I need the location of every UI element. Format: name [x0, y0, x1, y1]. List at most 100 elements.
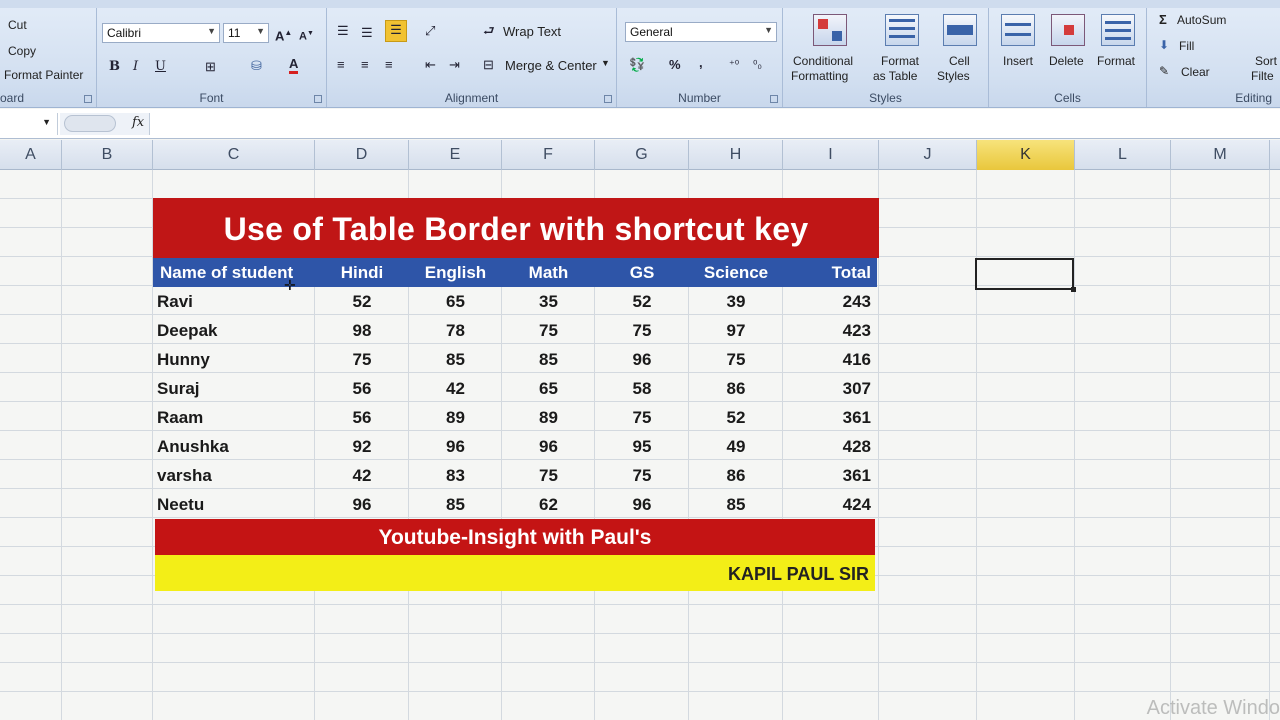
increase-decimal-icon[interactable]: ⁺⁰ [729, 56, 739, 74]
number-format-combo[interactable]: General ▼ [625, 22, 777, 42]
font-size-combo[interactable]: 11 ▼ [223, 23, 269, 43]
increase-indent-icon[interactable]: ⇥ [449, 56, 460, 74]
score-cell[interactable]: 96 [595, 345, 689, 374]
format-as-table-label-2[interactable]: as Table [873, 69, 917, 83]
decrease-decimal-icon[interactable]: ⁰₀ [753, 56, 762, 74]
score-cell[interactable]: 56 [315, 374, 409, 403]
student-name-cell[interactable]: Anushka [153, 432, 315, 461]
score-cell[interactable]: 75 [502, 316, 595, 345]
active-cell-k4[interactable] [975, 258, 1076, 292]
score-cell[interactable]: 52 [315, 287, 409, 316]
score-cell[interactable]: 92 [315, 432, 409, 461]
score-cell[interactable]: 39 [689, 287, 783, 316]
borders-icon[interactable]: ⊞ [205, 58, 216, 76]
name-box[interactable]: ▼ [0, 113, 58, 135]
score-cell[interactable]: 423 [783, 316, 877, 345]
column-header-i[interactable]: I [783, 140, 879, 170]
score-cell[interactable]: 65 [502, 374, 595, 403]
score-cell[interactable]: 86 [689, 374, 783, 403]
column-header-d[interactable]: D [315, 140, 409, 170]
conditional-formatting-icon[interactable] [813, 14, 847, 46]
align-right-icon[interactable]: ≡ [385, 56, 393, 74]
alignment-dialog-launcher[interactable]: . [604, 95, 612, 103]
score-cell[interactable]: 42 [315, 461, 409, 490]
score-cell[interactable]: 75 [689, 345, 783, 374]
score-cell[interactable]: 361 [783, 403, 877, 432]
format-painter-button[interactable]: Format Painter [4, 68, 83, 82]
format-as-table-label-1[interactable]: Format [881, 54, 919, 68]
table-header-cell[interactable]: GS [595, 258, 689, 287]
align-middle-icon[interactable]: ☰ [361, 24, 373, 42]
insert-button[interactable]: Insert [1003, 54, 1033, 68]
column-header-e[interactable]: E [409, 140, 502, 170]
score-cell[interactable]: 85 [409, 490, 502, 519]
bold-button[interactable]: B [109, 58, 120, 76]
cell-styles-label-2[interactable]: Styles [937, 69, 970, 83]
delete-button[interactable]: Delete [1049, 54, 1084, 68]
table-header-cell[interactable]: English [409, 258, 502, 287]
score-cell[interactable]: 56 [315, 403, 409, 432]
wrap-text-button[interactable]: ⮐ Wrap Text [483, 22, 561, 40]
score-cell[interactable]: 78 [409, 316, 502, 345]
format-button[interactable]: Format [1097, 54, 1135, 68]
score-cell[interactable]: 98 [315, 316, 409, 345]
number-dialog-launcher[interactable]: . [770, 95, 778, 103]
formula-expand-handle[interactable] [64, 115, 116, 132]
column-header-c[interactable]: C [153, 140, 315, 170]
cut-button[interactable]: Cut [8, 18, 27, 32]
column-header-h[interactable]: H [689, 140, 783, 170]
delete-cells-icon[interactable] [1051, 14, 1085, 46]
score-cell[interactable]: 75 [595, 461, 689, 490]
font-color-icon[interactable]: A [289, 56, 299, 74]
score-cell[interactable]: 97 [689, 316, 783, 345]
align-left-icon[interactable]: ≡ [337, 56, 345, 74]
score-cell[interactable]: 307 [783, 374, 877, 403]
score-cell[interactable]: 424 [783, 490, 877, 519]
column-header-g[interactable]: G [595, 140, 689, 170]
score-cell[interactable]: 85 [502, 345, 595, 374]
table-header-cell[interactable]: Hindi [315, 258, 409, 287]
percent-button[interactable]: % [669, 56, 681, 74]
student-name-cell[interactable]: Deepak [153, 316, 315, 345]
cell-styles-icon[interactable] [943, 14, 977, 46]
insert-function-icon[interactable]: fx [132, 115, 144, 130]
score-cell[interactable]: 96 [595, 490, 689, 519]
score-cell[interactable]: 83 [409, 461, 502, 490]
score-cell[interactable]: 75 [315, 345, 409, 374]
worksheet-grid[interactable]: Use of Table Border with shortcut key Na… [0, 170, 1280, 720]
student-name-cell[interactable]: Neetu [153, 490, 315, 519]
column-header-a[interactable]: A [0, 140, 62, 170]
orientation-icon[interactable]: ⤢ [425, 22, 435, 40]
score-cell[interactable]: 89 [502, 403, 595, 432]
score-cell[interactable]: 95 [595, 432, 689, 461]
fill-color-icon[interactable]: ⛁ [251, 57, 262, 75]
score-cell[interactable]: 89 [409, 403, 502, 432]
column-header-k[interactable]: K [977, 140, 1075, 170]
conditional-formatting-label-1[interactable]: Conditional [793, 54, 853, 68]
student-name-cell[interactable]: Raam [153, 403, 315, 432]
font-dialog-launcher[interactable]: . [314, 95, 322, 103]
column-header-m[interactable]: M [1171, 140, 1270, 170]
underline-button[interactable]: U [155, 58, 166, 76]
sort-filter-label-2[interactable]: Filte [1251, 69, 1274, 83]
score-cell[interactable]: 52 [689, 403, 783, 432]
score-cell[interactable]: 75 [595, 403, 689, 432]
table-header-cell[interactable]: Math [502, 258, 595, 287]
column-header-b[interactable]: B [62, 140, 153, 170]
score-cell[interactable]: 49 [689, 432, 783, 461]
score-cell[interactable]: 361 [783, 461, 877, 490]
currency-icon[interactable]: 💱 [629, 56, 645, 74]
sort-filter-label-1[interactable]: Sort [1255, 54, 1277, 68]
align-bottom-icon[interactable]: ☰ [385, 20, 407, 42]
font-name-combo[interactable]: Calibri ▼ [102, 23, 220, 43]
clipboard-dialog-launcher[interactable]: . [84, 95, 92, 103]
fill-handle[interactable] [1071, 287, 1076, 292]
score-cell[interactable]: 52 [595, 287, 689, 316]
column-header-f[interactable]: F [502, 140, 595, 170]
score-cell[interactable]: 35 [502, 287, 595, 316]
student-name-cell[interactable]: Suraj [153, 374, 315, 403]
cell-styles-label-1[interactable]: Cell [949, 54, 970, 68]
table-header-cell[interactable]: Science [689, 258, 783, 287]
table-title[interactable]: Use of Table Border with shortcut key [153, 198, 879, 258]
conditional-formatting-label-2[interactable]: Formatting [791, 69, 848, 83]
